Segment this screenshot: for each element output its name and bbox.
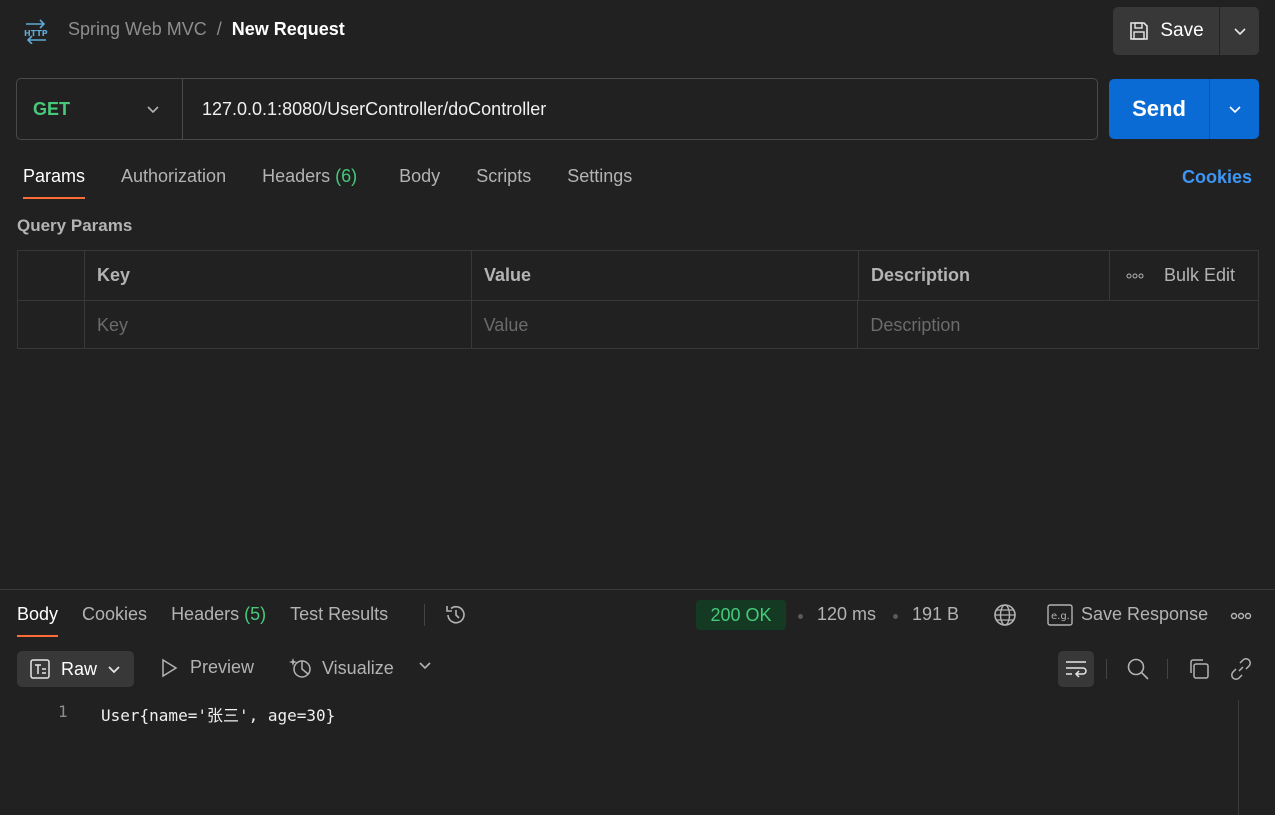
- divider: [424, 604, 425, 626]
- tab-headers[interactable]: Headers (6): [262, 166, 357, 199]
- chevron-down-icon[interactable]: [418, 660, 432, 670]
- globe-icon[interactable]: [992, 602, 1018, 628]
- breadcrumb-collection[interactable]: Spring Web MVC: [68, 19, 207, 40]
- copy-icon[interactable]: [1187, 657, 1211, 681]
- response-tab-cookies[interactable]: Cookies: [82, 604, 147, 637]
- save-options-button[interactable]: [1220, 7, 1259, 55]
- link-icon[interactable]: [1229, 657, 1253, 681]
- cookies-link[interactable]: Cookies: [1182, 167, 1252, 188]
- description-input[interactable]: Description: [858, 301, 1258, 349]
- query-params-title: Query Params: [17, 216, 133, 235]
- response-headers-count: (5): [244, 604, 267, 624]
- tab-authorization[interactable]: Authorization: [121, 166, 226, 199]
- response-time[interactable]: 120 ms: [817, 604, 876, 625]
- chevron-down-icon: [1233, 26, 1247, 36]
- preview-label: Preview: [190, 657, 255, 677]
- example-icon[interactable]: e.g.: [1047, 604, 1073, 626]
- separator-dot: [798, 614, 803, 619]
- visualize-icon: [288, 655, 314, 681]
- response-tabs: Body Cookies Headers (5) Test Results: [17, 604, 388, 637]
- breadcrumb: Spring Web MVC / New Request: [68, 19, 345, 40]
- column-header-key: Key: [85, 251, 472, 300]
- view-mode-raw-select[interactable]: Raw: [17, 651, 134, 687]
- svg-text:HTTP: HTTP: [24, 29, 48, 38]
- response-body-line[interactable]: User{name='张三', age=30}: [101, 702, 335, 726]
- checkbox-column-header: [18, 251, 85, 300]
- tab-settings[interactable]: Settings: [567, 166, 632, 199]
- key-input[interactable]: Key: [85, 301, 472, 349]
- column-header-description: Description: [859, 251, 1110, 300]
- chevron-down-icon: [146, 104, 160, 114]
- response-tab-headers-label: Headers: [171, 604, 240, 624]
- text-format-icon: [29, 658, 51, 680]
- svg-text:e.g.: e.g.: [1051, 611, 1070, 622]
- value-input[interactable]: Value: [472, 301, 859, 349]
- save-label: Save: [1160, 20, 1204, 41]
- request-tabs: Params Authorization Headers (6) Body Sc…: [23, 166, 632, 199]
- save-icon: [1128, 20, 1150, 42]
- history-icon[interactable]: [443, 602, 469, 628]
- panel-divider[interactable]: [0, 589, 1275, 590]
- tab-scripts[interactable]: Scripts: [476, 166, 531, 199]
- play-icon: [160, 658, 178, 678]
- table-row: Key Value Description: [18, 300, 1258, 349]
- table-header-row: Key Value Description Bulk Edit: [18, 251, 1258, 300]
- chevron-down-icon: [1228, 104, 1242, 114]
- request-title[interactable]: New Request: [232, 19, 345, 40]
- method-select[interactable]: GET: [17, 79, 183, 139]
- send-options-button[interactable]: [1210, 79, 1259, 139]
- status-badge[interactable]: 200 OK: [696, 600, 786, 630]
- view-mode-label: Raw: [61, 658, 98, 679]
- query-params-table: Key Value Description Bulk Edit Key Valu…: [17, 250, 1259, 349]
- bulk-edit-button[interactable]: Bulk Edit: [1164, 265, 1235, 286]
- divider: [1106, 659, 1107, 679]
- send-button-group: Send: [1109, 79, 1259, 139]
- method-label: GET: [33, 98, 71, 119]
- table-actions: Bulk Edit: [1110, 251, 1258, 300]
- search-icon[interactable]: [1126, 657, 1150, 681]
- more-options-icon[interactable]: [1126, 273, 1144, 279]
- tab-body[interactable]: Body: [399, 166, 440, 199]
- line-number: 1: [58, 702, 68, 721]
- response-tab-body[interactable]: Body: [17, 604, 59, 637]
- response-tab-headers[interactable]: Headers (5): [171, 604, 266, 637]
- tab-params[interactable]: Params: [23, 166, 86, 199]
- more-options-icon[interactable]: [1230, 612, 1252, 620]
- http-icon: HTTP: [22, 18, 50, 44]
- vertical-scrollbar[interactable]: [1238, 700, 1239, 815]
- divider: [1167, 659, 1168, 679]
- headers-count: (6): [335, 166, 358, 186]
- visualize-label: Visualize: [322, 657, 394, 678]
- wrap-lines-icon: [1064, 659, 1088, 679]
- row-checkbox-cell: [18, 301, 85, 349]
- preview-button[interactable]: Preview: [160, 657, 254, 678]
- save-button-group: Save: [1113, 7, 1259, 55]
- visualize-button[interactable]: Visualize: [288, 655, 394, 681]
- save-response-button[interactable]: Save Response: [1081, 604, 1208, 625]
- wrap-lines-button[interactable]: [1058, 651, 1094, 687]
- send-button[interactable]: Send: [1109, 79, 1210, 139]
- save-button[interactable]: Save: [1113, 7, 1220, 55]
- request-url-bar: GET 127.0.0.1:8080/UserController/doCont…: [16, 78, 1098, 140]
- response-tab-test-results[interactable]: Test Results: [290, 604, 388, 637]
- column-header-value: Value: [472, 251, 859, 300]
- tab-headers-label: Headers: [262, 166, 331, 186]
- chevron-down-icon: [107, 664, 121, 674]
- separator-dot: [893, 614, 898, 619]
- response-size[interactable]: 191 B: [912, 604, 959, 625]
- url-input[interactable]: 127.0.0.1:8080/UserController/doControll…: [183, 99, 546, 120]
- breadcrumb-separator: /: [216, 19, 222, 39]
